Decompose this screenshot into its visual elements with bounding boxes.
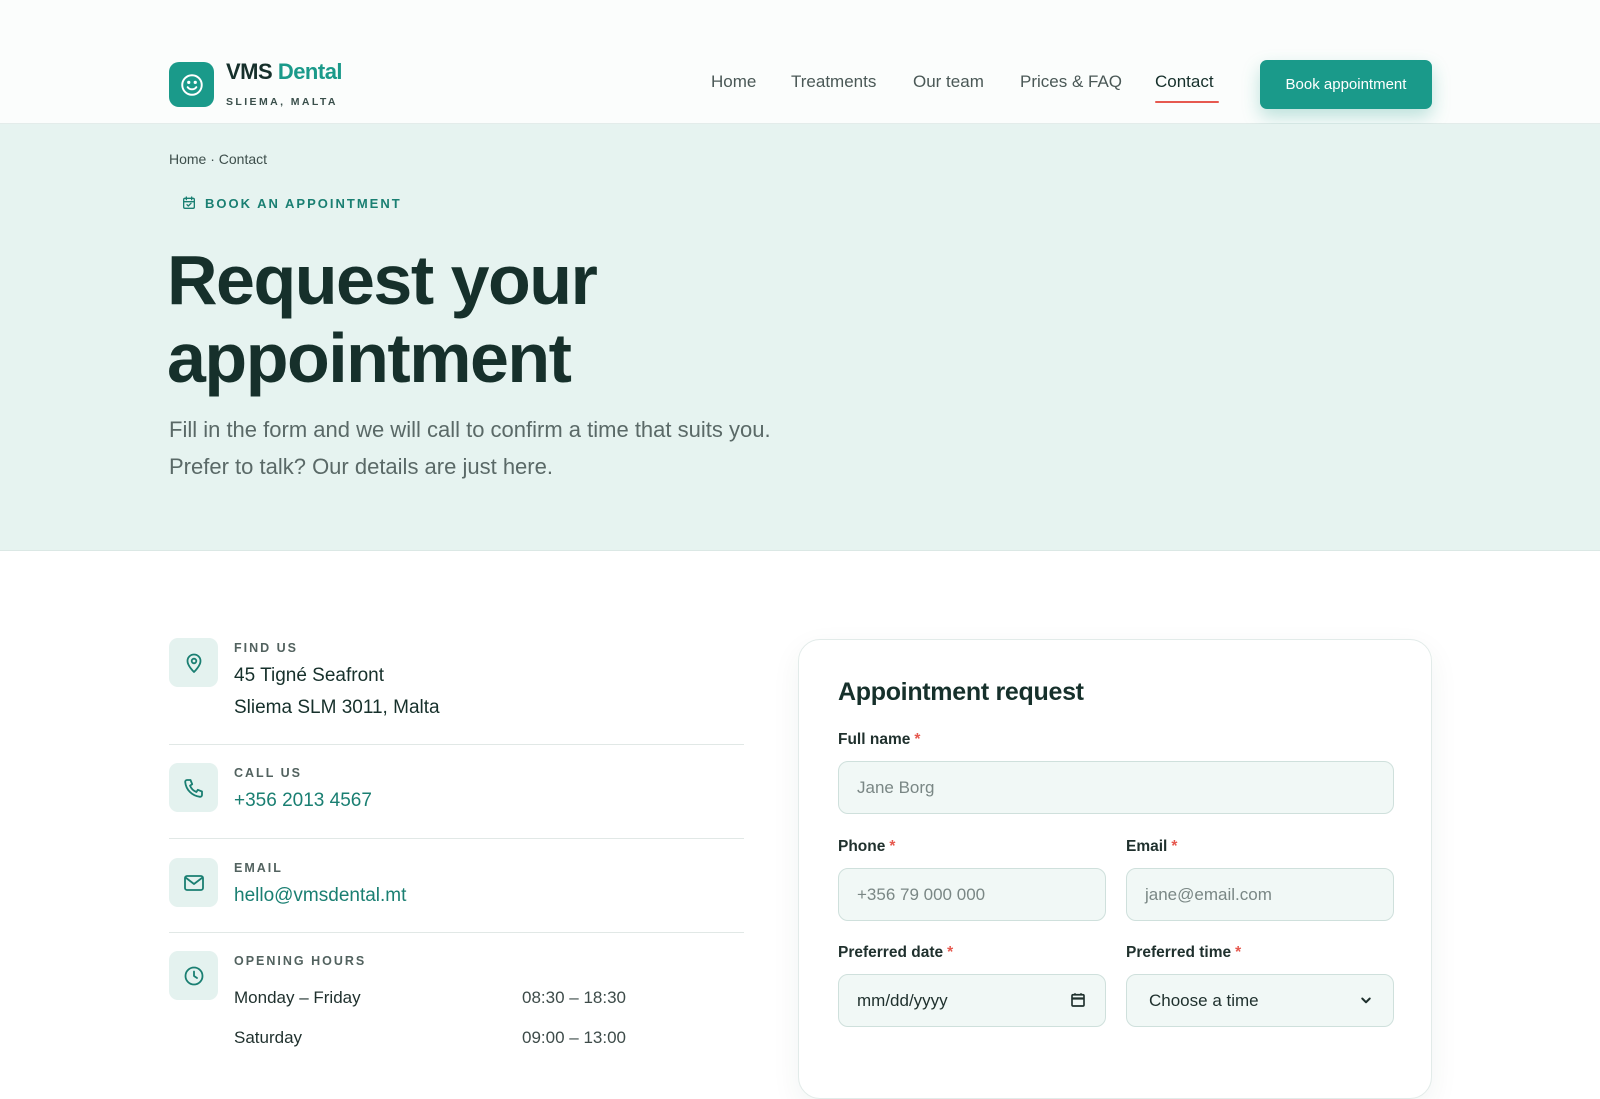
email-icon-box [169,858,218,907]
email-label: EMAIL [234,861,283,875]
phone-placeholder: +356 79 000 000 [857,884,986,904]
find-us-icon-box [169,638,218,687]
hours-time: 08:30 – 18:30 [522,988,626,1007]
map-pin-icon [186,653,201,673]
call-us-icon-box [169,763,218,812]
nav-our-team[interactable]: Our team [913,72,984,92]
clock-icon [184,966,203,985]
address-line1: 45 Tigné Seafront [234,665,384,686]
full-name-label: Full name * [838,731,920,749]
breadcrumb: Home · Contact [169,151,268,167]
page-lead: Fill in the form and we will call to con… [169,411,869,485]
form-title: Appointment request [838,678,1084,706]
required-marker: * [914,731,921,748]
smile-icon [180,73,203,96]
email-field-label-text: Email [1126,838,1168,855]
nav-home[interactable]: Home [711,72,756,92]
preferred-time-selected: Choose a time [1149,990,1259,1010]
preferred-time-label: Preferred time * [1126,944,1241,962]
preferred-date-placeholder: mm/dd/yyyy [857,990,948,1010]
hours-icon-box [169,951,218,1000]
phone-link[interactable]: +356 2013 4567 [234,785,372,817]
page-title: Request your appointment [167,241,967,397]
email-link[interactable]: hello@vmsdental.mt [234,880,406,912]
phone-icon [183,778,203,798]
divider [169,932,744,933]
brand-location: SLIEMA, MALTA [226,96,338,108]
full-name-label-text: Full name [838,731,911,748]
call-us-label: CALL US [234,766,302,780]
brand-name[interactable]: VMS Dental [226,59,343,85]
page-lead-line2: Prefer to talk? Our details are just her… [169,454,553,479]
required-marker: * [947,944,954,961]
eyebrow: BOOK AN APPOINTMENT [181,195,402,211]
preferred-date-label: Preferred date * [838,944,953,962]
page-lead-line1: Fill in the form and we will call to con… [169,417,771,442]
full-name-placeholder: Jane Borg [857,777,935,797]
email-field-label: Email * [1126,838,1177,856]
page-title-line1: Request your [167,241,598,319]
preferred-date-label-text: Preferred date [838,944,944,961]
phone-input[interactable]: +356 79 000 000 [838,868,1106,921]
full-name-input[interactable]: Jane Borg [838,761,1394,814]
page-title-line2: appointment [167,319,572,397]
address-line2: Sliema SLM 3011, Malta [234,697,440,718]
preferred-time-select[interactable]: Choose a time [1126,974,1394,1027]
mail-icon [183,874,204,891]
calendar-picker-icon[interactable] [1069,991,1087,1014]
appointment-form-card: Appointment request Full name * Jane Borg… [798,639,1432,1099]
preferred-time-label-text: Preferred time [1126,944,1232,961]
chevron-down-icon [1357,991,1375,1014]
hours-day: Monday – Friday [234,988,361,1007]
required-marker: * [1171,838,1178,855]
nav-active-indicator [1155,101,1219,103]
nav-contact[interactable]: Contact [1155,72,1214,92]
site-header: VMS Dental SLIEMA, MALTA Home Treatments… [0,0,1600,124]
hours-time: 09:00 – 13:00 [522,1028,626,1047]
divider [169,838,744,839]
hero-section: Home · Contact BOOK AN APPOINTMENT Reque… [0,124,1600,551]
email-placeholder: jane@email.com [1145,884,1272,904]
find-us-label: FIND US [234,641,298,655]
logo[interactable] [169,62,214,107]
divider [169,744,744,745]
hours-label: OPENING HOURS [234,954,367,968]
eyebrow-label: BOOK AN APPOINTMENT [205,195,402,211]
brand-name-part1: VMS [226,59,273,84]
preferred-date-input[interactable]: mm/dd/yyyy [838,974,1106,1027]
required-marker: * [889,838,896,855]
hours-day: Saturday [234,1028,303,1047]
book-appointment-button[interactable]: Book appointment [1260,60,1432,109]
required-marker: * [1235,944,1242,961]
nav-treatments[interactable]: Treatments [791,72,876,92]
nav-prices-faq[interactable]: Prices & FAQ [1020,72,1122,92]
email-input[interactable]: jane@email.com [1126,868,1394,921]
calendar-icon [183,196,195,209]
phone-label-text: Phone [838,838,886,855]
phone-label: Phone * [838,838,895,856]
brand-name-part2: Dental [277,59,343,84]
